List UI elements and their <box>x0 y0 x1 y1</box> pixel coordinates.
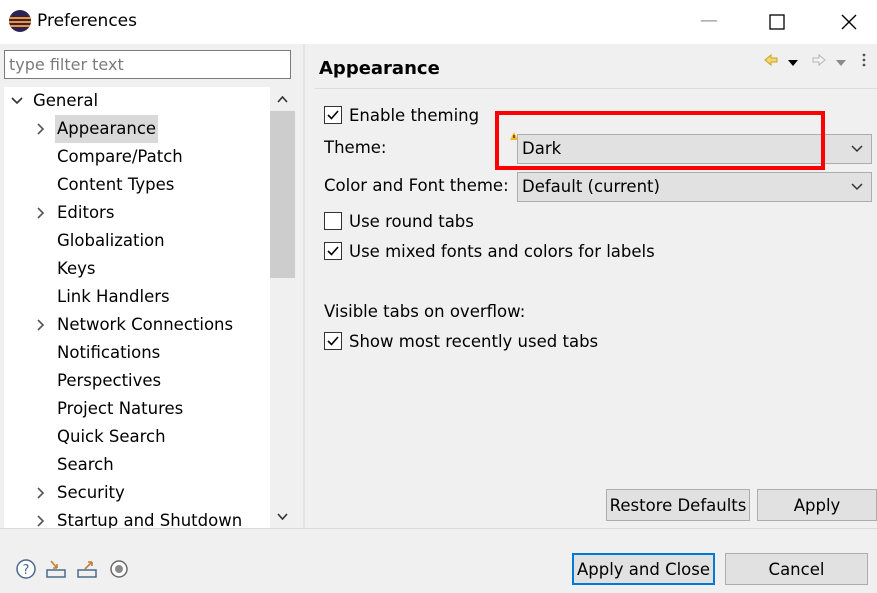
checkbox-box[interactable] <box>324 332 342 350</box>
tree-item-globalization[interactable]: Globalization <box>4 227 270 255</box>
checkmark-icon <box>327 336 339 346</box>
dialog-footer: ? Apply and Close Cancel <box>0 528 877 593</box>
tree-item-quick-search[interactable]: Quick Search <box>4 423 270 451</box>
maximize-icon <box>769 14 785 30</box>
tree-item-compare-patch[interactable]: Compare/Patch <box>4 143 270 171</box>
tree-item-label: Perspectives <box>57 371 162 390</box>
checkbox-label: Enable theming <box>349 106 480 125</box>
scrollbar-thumb[interactable] <box>270 111 295 278</box>
record-icon[interactable] <box>108 558 130 580</box>
overflow-label: Visible tabs on overflow: <box>324 302 526 321</box>
chevron-right-icon[interactable] <box>34 199 48 227</box>
filter-input[interactable] <box>4 50 291 79</box>
tree-item-label: General <box>33 91 99 110</box>
checkbox-box[interactable] <box>324 212 342 230</box>
tree-item-label: Startup and Shutdown <box>57 511 243 528</box>
checkbox-label: Use mixed fonts and colors for labels <box>349 242 655 261</box>
tree-item-label: Project Natures <box>57 399 184 418</box>
tree-item-link-handlers[interactable]: Link Handlers <box>4 283 270 311</box>
tree-item-notifications[interactable]: Notifications <box>4 339 270 367</box>
tree-item-label: Search <box>57 455 114 474</box>
maximize-button[interactable] <box>754 0 800 44</box>
chevron-right-icon[interactable] <box>34 311 48 339</box>
window-title: Preferences <box>37 11 137 31</box>
apply-button[interactable]: Apply <box>757 489 877 521</box>
svg-text:?: ? <box>23 563 30 578</box>
tree-item-label: Network Connections <box>57 315 234 334</box>
annotation-highlight-box <box>495 111 825 170</box>
close-button[interactable] <box>826 0 872 44</box>
tree-item-label: Appearance <box>55 115 159 143</box>
preference-tree: General Appearance Compare/Patch Content Ty… <box>4 87 270 528</box>
title-separator <box>315 88 877 89</box>
tree-item-search[interactable]: Search <box>4 451 270 479</box>
close-icon <box>841 14 857 30</box>
chevron-down-icon <box>851 145 863 153</box>
help-icon[interactable]: ? <box>15 558 37 580</box>
back-icon[interactable] <box>763 52 779 72</box>
theme-label: Theme: <box>324 138 387 157</box>
color-font-theme-value: Default (current) <box>522 177 660 196</box>
tree-item-general[interactable]: General <box>4 87 270 115</box>
tree-item-appearance[interactable]: Appearance <box>4 115 270 143</box>
checkmark-icon <box>327 110 339 120</box>
tree-item-security[interactable]: Security <box>4 479 270 507</box>
tree-item-keys[interactable]: Keys <box>4 255 270 283</box>
chevron-right-icon[interactable] <box>34 115 48 143</box>
tree-item-network-connections[interactable]: Network Connections <box>4 311 270 339</box>
checkbox-label: Show most recently used tabs <box>349 332 599 351</box>
page-title: Appearance <box>319 58 440 79</box>
preference-navigation: General Appearance Compare/Patch Content Ty… <box>0 44 303 528</box>
tree-item-label: Content Types <box>57 175 175 194</box>
chevron-down-icon <box>851 183 863 191</box>
tree-item-label: Quick Search <box>57 427 166 446</box>
tree-item-content-types[interactable]: Content Types <box>4 171 270 199</box>
chevron-down-icon[interactable] <box>10 87 24 115</box>
scroll-down-icon[interactable] <box>276 510 289 523</box>
eclipse-logo-icon <box>9 10 31 32</box>
chevron-right-icon[interactable] <box>34 479 48 507</box>
title-bar: Preferences — <box>0 0 877 44</box>
preference-page: Appearance Enable theming Theme: Dark Co… <box>305 44 877 528</box>
tree-item-label: Security <box>57 483 125 502</box>
tree-item-label: Notifications <box>57 343 161 362</box>
apply-and-close-button[interactable]: Apply and Close <box>572 553 715 585</box>
tree-item-label: Editors <box>57 203 115 222</box>
tree-item-editors[interactable]: Editors <box>4 199 270 227</box>
tree-item-label: Compare/Patch <box>57 147 183 166</box>
export-icon[interactable] <box>76 558 98 580</box>
view-menu-icon[interactable] <box>861 52 867 72</box>
forward-menu-chevron-down-icon[interactable] <box>835 54 847 73</box>
checkmark-icon <box>327 246 339 256</box>
chevron-right-icon[interactable] <box>34 507 48 528</box>
tree-item-label: Link Handlers <box>57 287 170 306</box>
tree-item-project-natures[interactable]: Project Natures <box>4 395 270 423</box>
tree-item-label: Keys <box>57 259 96 278</box>
minimize-button[interactable]: — <box>686 0 732 44</box>
forward-icon[interactable] <box>811 52 827 72</box>
tree-item-perspectives[interactable]: Perspectives <box>4 367 270 395</box>
checkbox-label: Use round tabs <box>349 212 474 231</box>
tree-scrollbar[interactable] <box>270 87 295 528</box>
import-icon[interactable] <box>45 558 67 580</box>
checkbox-box[interactable] <box>324 106 342 124</box>
scroll-up-icon[interactable] <box>276 93 289 106</box>
back-menu-chevron-down-icon[interactable] <box>787 54 799 73</box>
color-font-theme-dropdown[interactable]: Default (current) <box>517 172 872 202</box>
restore-defaults-button[interactable]: Restore Defaults <box>606 489 750 521</box>
tree-item-label: Globalization <box>57 231 165 250</box>
cancel-button[interactable]: Cancel <box>725 553 868 585</box>
checkbox-box[interactable] <box>324 242 342 260</box>
tree-item-startup-and-shutdown[interactable]: Startup and Shutdown <box>4 507 270 528</box>
color-font-theme-label: Color and Font theme: <box>324 176 509 195</box>
